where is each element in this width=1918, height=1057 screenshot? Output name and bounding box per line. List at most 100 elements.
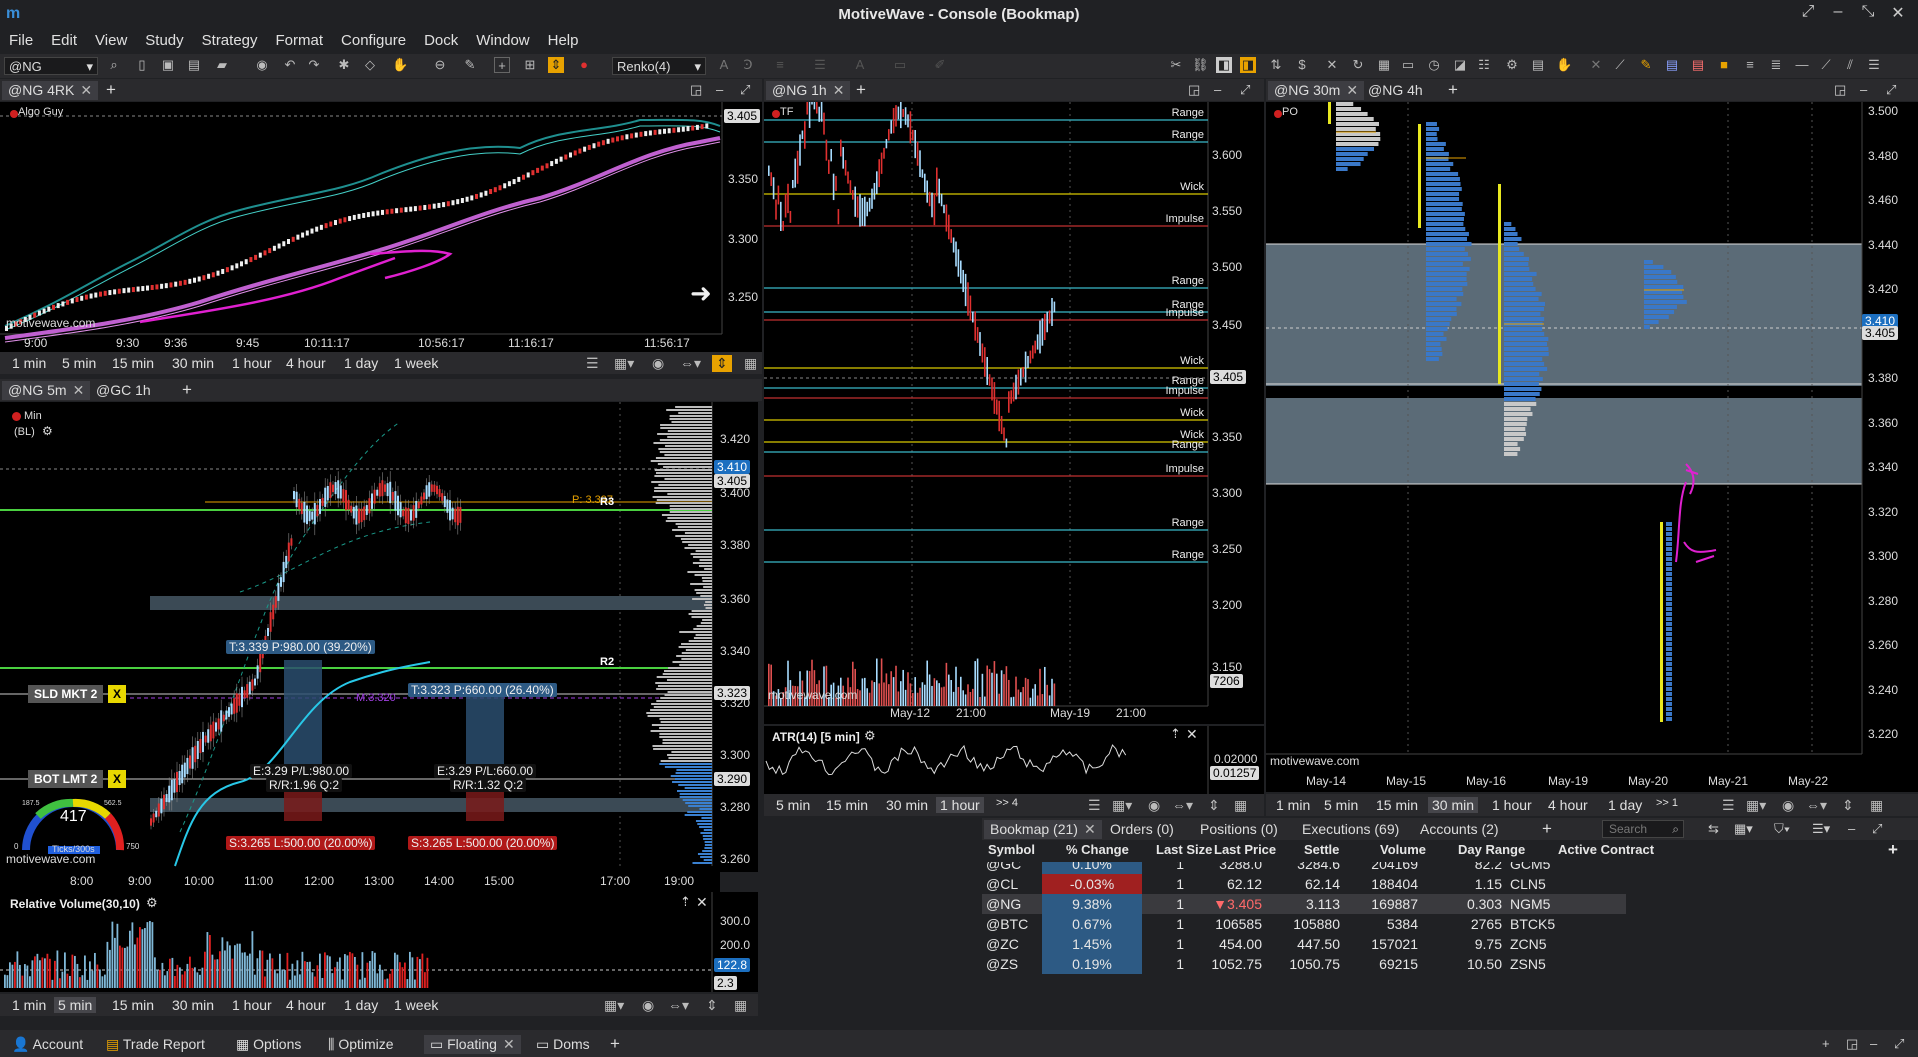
period-5min[interactable]: 5 min	[1320, 797, 1362, 813]
chart-ng-5m[interactable]: Min (BL) ⚙ P: 3.397 R3 R2 M:3.320 T:3.33…	[0, 402, 758, 872]
chart-ng-1h[interactable]: TF Range Range Wick Impulse Range Range Impuls…	[764, 102, 1264, 724]
tab-bookmap[interactable]: Bookmap (21) ✕	[984, 820, 1102, 839]
menu-study[interactable]: Study	[136, 28, 192, 53]
redo-icon[interactable]: ↷	[306, 57, 322, 73]
tab-gc-1h[interactable]: @GC 1h	[90, 381, 157, 400]
tab-ng-4h[interactable]: @NG 4h	[1362, 81, 1429, 100]
close-icon[interactable]: ✕	[73, 382, 85, 398]
menu-window[interactable]: Window	[467, 28, 538, 53]
tab-ng-30m[interactable]: @NG 30m ✕	[1268, 81, 1365, 100]
auto-scale-icon[interactable]: ⇕	[712, 355, 732, 372]
text-color-icon[interactable]: A	[852, 57, 868, 73]
tab-ng-1h[interactable]: @NG 1h ✕	[766, 81, 851, 100]
trend-line-icon[interactable]: ⟋	[1818, 57, 1834, 73]
col-last-price[interactable]: Last Price	[1214, 842, 1276, 857]
fill-color-icon[interactable]: ▭	[892, 57, 908, 73]
period-1min[interactable]: 1 min	[8, 355, 50, 371]
trade-panel-icon[interactable]: ◨	[1240, 57, 1256, 73]
close-icon[interactable]: ✕	[80, 82, 92, 98]
period-30min[interactable]: 30 min	[1428, 797, 1479, 813]
period-15min[interactable]: 15 min	[822, 797, 872, 813]
table-icon[interactable]: ▦	[1376, 57, 1392, 73]
close-drawing-icon[interactable]: ✕	[1588, 57, 1604, 73]
refresh-icon[interactable]: ↻	[1350, 57, 1366, 73]
pan-tool-icon[interactable]: ✋	[392, 57, 408, 73]
line-style-icon[interactable]: ≡	[772, 57, 788, 73]
period-more[interactable]: >> 1	[1652, 797, 1682, 809]
maximize-icon[interactable]: ⤢	[1240, 82, 1250, 98]
period-1week[interactable]: 1 week	[390, 997, 442, 1013]
period-5min[interactable]: 5 min	[54, 997, 97, 1013]
table-icon[interactable]: ▦▾	[1734, 821, 1753, 837]
chart-ng-4rk[interactable]: ➜ Algo Guy 3.405 3.350 3.300 3.250 motiv…	[0, 102, 762, 352]
period-1day[interactable]: 1 day	[1604, 797, 1646, 813]
minimize-icon[interactable]: –	[716, 82, 723, 97]
filter-icon[interactable]: ⛉▾	[1774, 821, 1790, 837]
calendar-icon[interactable]: ▦	[730, 997, 751, 1014]
range-icon[interactable]: ⇔▾	[676, 355, 705, 372]
calendar-icon[interactable]: ▦	[740, 355, 761, 372]
columns-icon[interactable]: ⇆	[1708, 821, 1719, 837]
horizontal-line-icon[interactable]: —	[1794, 57, 1810, 73]
relative-volume-panel[interactable]: Relative Volume(30,10) ⚙ ⇡ ✕ 300.0 200.0…	[0, 892, 758, 992]
period-1day[interactable]: 1 day	[340, 997, 382, 1013]
period-1min[interactable]: 1 min	[8, 997, 50, 1013]
table-row[interactable]: @CL -0.03% 1 62.12 62.14 188404 1.15 CLN5	[982, 874, 1626, 894]
range-icon[interactable]: ⇔▾	[664, 997, 693, 1014]
eye-icon[interactable]: ◉	[648, 355, 668, 372]
chart-ng-30m[interactable]: PO 3.5003.4803.4603.4403.4203.4003.3803.…	[1266, 102, 1918, 772]
period-1min[interactable]: 1 min	[1272, 797, 1314, 813]
table-row[interactable]: @GC 0.10% 1 3288.0 3284.6 204169 82.2 GCM5	[982, 862, 1626, 874]
col-day-range[interactable]: Day Range	[1458, 842, 1525, 857]
dollar-icon[interactable]: $	[1294, 57, 1310, 73]
close-icon[interactable]: ✕	[503, 1036, 515, 1052]
auto-scale-icon[interactable]: ⇕	[702, 997, 722, 1014]
text-format-icon[interactable]: Ꜿ	[740, 57, 756, 73]
close-icon[interactable]: ✕	[833, 82, 845, 98]
document-icon[interactable]: ▤	[1530, 57, 1546, 73]
menu-file[interactable]: File	[0, 28, 42, 53]
calendar-icon[interactable]: ▦	[1866, 797, 1887, 814]
col-active-contract[interactable]: Active Contract	[1558, 842, 1654, 857]
maximize-layout-icon[interactable]: ⤢	[1796, 3, 1820, 25]
add-tab-button[interactable]: +	[1542, 819, 1552, 839]
minimize-button[interactable]: –	[1826, 3, 1850, 25]
col-volume[interactable]: Volume	[1380, 842, 1426, 857]
tab-optimize[interactable]: ⫼ Optimize	[322, 1035, 400, 1054]
crosshair-tool-icon[interactable]: ✱	[336, 57, 352, 73]
line-color-icon[interactable]: ✐	[932, 57, 948, 73]
table-row[interactable]: @NG 9.38% 1 ▼3.405 3.113 169887 0.303 NGM5	[982, 894, 1626, 914]
settings-icon[interactable]: ⚙	[1504, 57, 1520, 73]
maximize-icon[interactable]: ⤢	[1894, 1036, 1904, 1052]
period-30min[interactable]: 30 min	[882, 797, 932, 813]
minimize-icon[interactable]: –	[1848, 821, 1855, 836]
auto-scale-icon[interactable]: ⇕	[548, 57, 564, 73]
detach-icon[interactable]: ◲	[1834, 82, 1846, 98]
period-more[interactable]: >> 4	[992, 797, 1022, 809]
save-all-icon[interactable]: ▤	[186, 57, 202, 73]
tab-orders[interactable]: Orders (0)	[1104, 820, 1180, 839]
search-icon[interactable]: ⌕	[106, 57, 122, 73]
period-4hour[interactable]: 4 hour	[282, 355, 330, 371]
study-icon[interactable]: ▦▾	[610, 355, 638, 372]
record-icon[interactable]: ●	[576, 57, 592, 73]
menu-dock[interactable]: Dock	[415, 28, 467, 53]
add-column-button[interactable]: +	[1888, 840, 1898, 860]
minimize-icon[interactable]: –	[1214, 82, 1221, 97]
clock-icon[interactable]: ◷	[1426, 57, 1442, 73]
tab-floating[interactable]: ▭ Floating ✕	[424, 1035, 521, 1054]
line-width-icon[interactable]: ☰	[812, 57, 828, 73]
draw-tool-icon[interactable]: ✂	[1168, 57, 1184, 73]
col-change[interactable]: % Change	[1066, 842, 1129, 857]
add-tab-button[interactable]: +	[1448, 80, 1458, 100]
new-file-icon[interactable]: ▯	[134, 57, 150, 73]
list-icon[interactable]: ☷	[1476, 57, 1492, 73]
cancel-order-button[interactable]: X	[108, 685, 127, 703]
menu-icon[interactable]: ☰▾	[1812, 821, 1830, 837]
col-symbol[interactable]: Symbol	[988, 842, 1035, 857]
tab-positions[interactable]: Positions (0)	[1194, 820, 1284, 839]
period-5min[interactable]: 5 min	[58, 355, 100, 371]
add-tab-button[interactable]: +	[182, 380, 192, 400]
open-folder-icon[interactable]: ▰	[214, 57, 230, 73]
period-15min[interactable]: 15 min	[108, 997, 158, 1013]
